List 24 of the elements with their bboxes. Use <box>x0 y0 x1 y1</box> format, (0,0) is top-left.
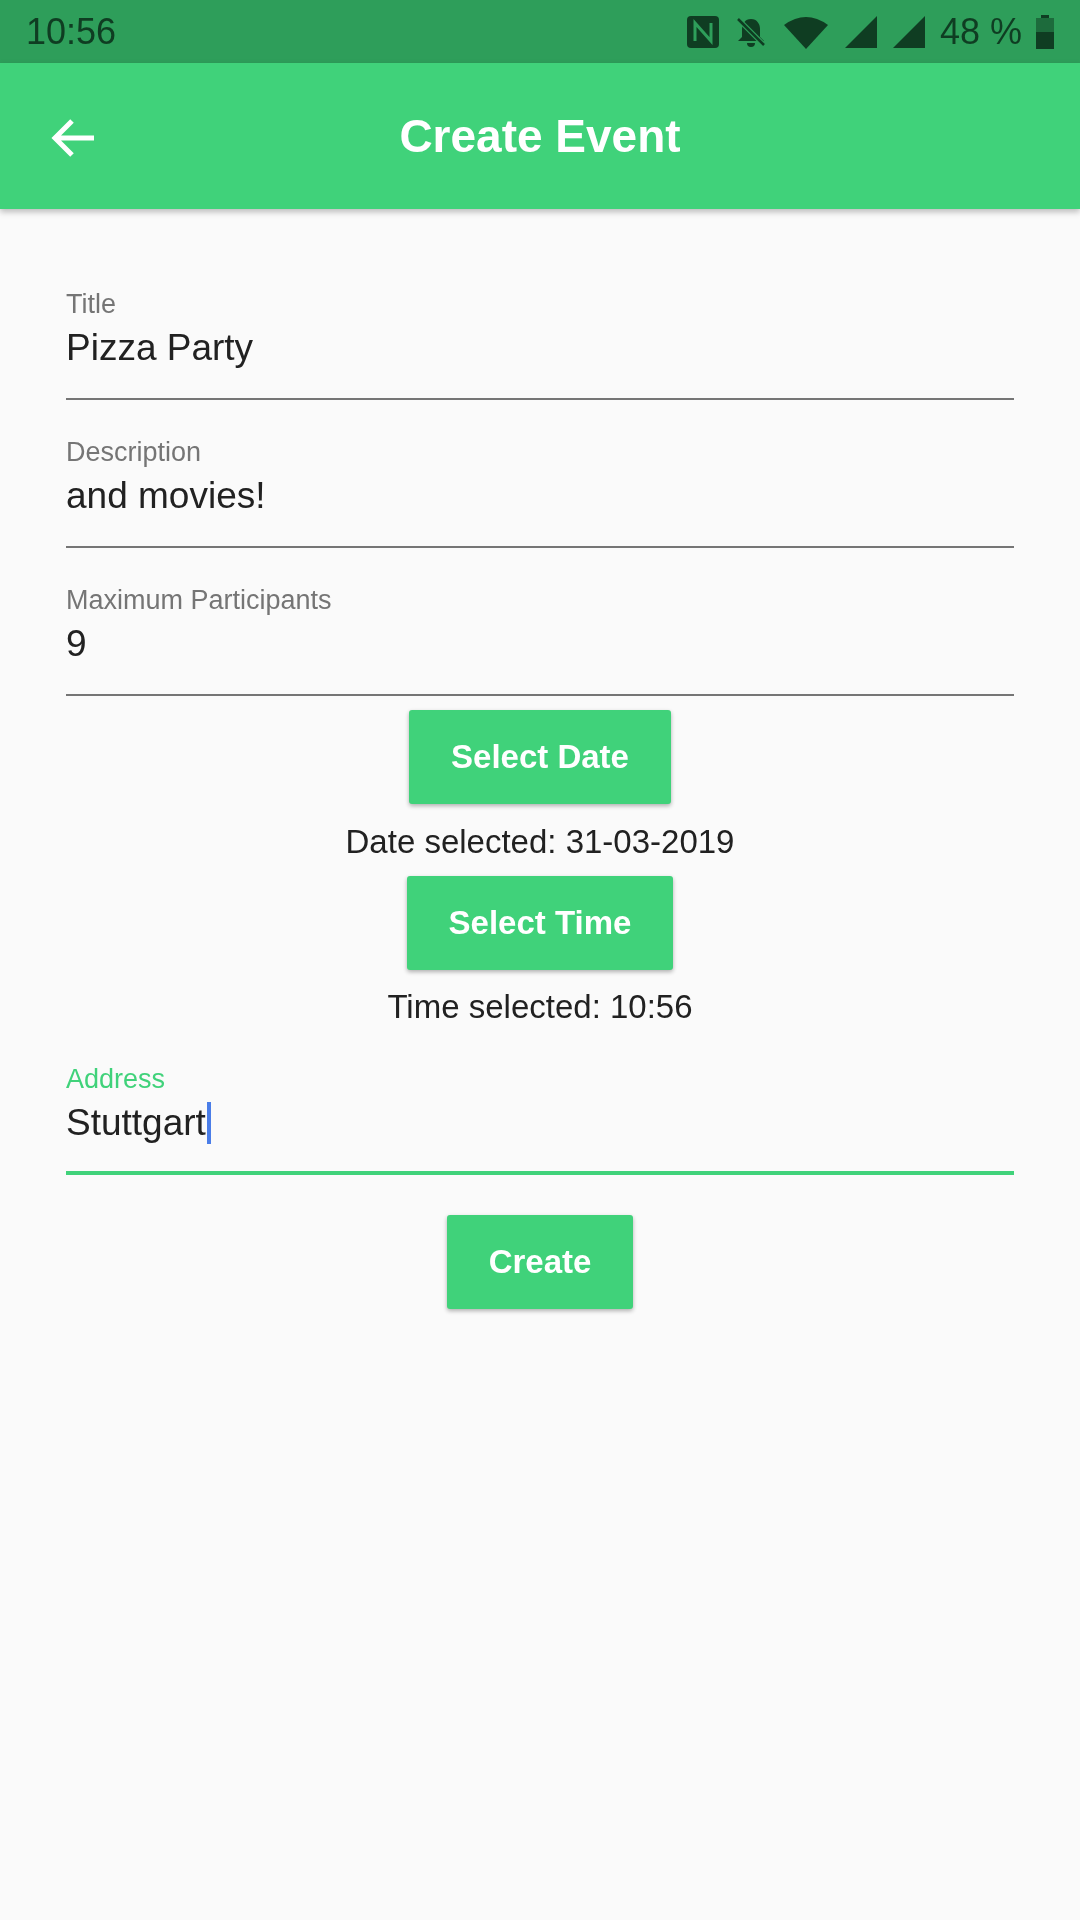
field-value: Pizza Party <box>66 326 254 370</box>
status-time: 10:56 <box>26 10 117 53</box>
field-label: Maximum Participants <box>66 584 333 616</box>
text-field[interactable]: Maximum Participants 9 <box>66 548 1014 696</box>
nfc-icon <box>685 14 720 49</box>
screen-title: Create Event <box>399 109 681 163</box>
field-label: Address <box>66 1063 167 1095</box>
field-label: Title <box>66 288 117 320</box>
signal-icon <box>891 14 926 49</box>
date-selected-text: Date selected: 31-03-2019 <box>345 822 735 862</box>
text-field[interactable]: Address Stuttgart <box>66 1027 1014 1175</box>
text-field[interactable]: Title Pizza Party <box>66 252 1014 400</box>
signal-icon <box>843 14 878 49</box>
field-value: and movies! <box>66 474 266 518</box>
field-value: 9 <box>66 622 87 666</box>
back-arrow-icon[interactable] <box>50 118 96 158</box>
battery-icon <box>1036 14 1054 49</box>
text-cursor <box>206 1102 211 1144</box>
text-field[interactable]: Description and movies! <box>66 400 1014 548</box>
field-label: Description <box>66 436 203 468</box>
field-value: Stuttgart <box>66 1101 206 1145</box>
time-selected-text: Time selected: 10:56 <box>387 987 693 1027</box>
wifi-icon <box>781 14 830 49</box>
battery-percent: 48 % <box>939 10 1022 53</box>
